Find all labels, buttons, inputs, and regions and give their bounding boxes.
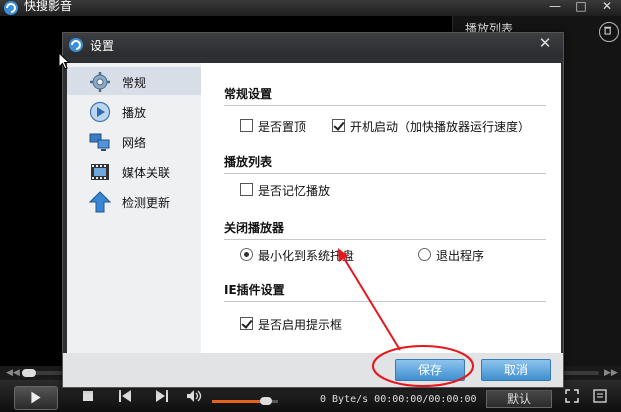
playlist-toggle-icon[interactable]	[592, 388, 608, 404]
dialog-titlebar[interactable]: 设置 ✕	[63, 33, 563, 57]
remember-playback-option[interactable]: 是否记忆播放	[240, 183, 360, 199]
dialog-logo-icon	[69, 38, 83, 52]
seek-back-icon[interactable]: ◀◀	[6, 366, 20, 380]
app-titlebar: 快搜影音 — □ ✕	[0, 0, 621, 16]
time-readout: 0 Byte/s 00:00:00/00:00:00	[320, 394, 477, 405]
film-icon	[91, 164, 109, 180]
settings-dialog: 设置 ✕ 常规 播放 网络 媒体关联 检测更新 常规设置 是否置顶 开机启动（加…	[62, 32, 564, 388]
enable-tips-option[interactable]: 是否启用提示框	[240, 317, 360, 333]
section-title-playlist: 播放列表	[224, 155, 273, 169]
settings-content: 常规设置 是否置顶 开机启动（加快播放器运行速度） 播放列表 是否记忆播放 关闭…	[201, 63, 561, 353]
exit-program-option[interactable]: 退出程序	[418, 248, 508, 264]
section-divider	[224, 105, 546, 106]
settings-nav: 常规 播放 网络 媒体关联 检测更新	[67, 63, 201, 353]
play-circle-icon	[89, 101, 111, 123]
section-divider	[224, 301, 546, 302]
close-icon[interactable]: ✕	[597, 0, 617, 14]
next-icon[interactable]	[154, 388, 170, 404]
volume-icon[interactable]	[186, 388, 202, 404]
nav-item-general[interactable]: 常规	[67, 67, 201, 95]
section-title-ie-plugin: IE插件设置	[224, 283, 285, 297]
nav-item-playback[interactable]: 播放	[67, 97, 201, 125]
nav-item-check-update[interactable]: 检测更新	[67, 187, 201, 215]
dialog-footer: 保存 取消	[63, 353, 563, 387]
always-on-top-option[interactable]: 是否置顶	[240, 119, 330, 135]
cancel-button[interactable]: 取消	[481, 359, 551, 381]
dialog-close-icon[interactable]: ✕	[535, 34, 555, 52]
always-on-top-label: 是否置顶	[258, 120, 307, 134]
enable-tips-checkbox[interactable]	[240, 317, 253, 330]
minimize-to-tray-option[interactable]: 最小化到系统托盘	[240, 248, 380, 264]
startup-checkbox[interactable]	[332, 119, 345, 132]
nav-label: 播放	[122, 106, 147, 120]
volume-handle[interactable]	[260, 397, 273, 405]
nav-label: 媒体关联	[122, 166, 171, 180]
minimize-to-tray-label: 最小化到系统托盘	[258, 249, 355, 263]
nav-label: 网络	[122, 136, 147, 150]
trash-icon[interactable]	[599, 22, 619, 42]
nav-item-media-association[interactable]: 媒体关联	[67, 157, 201, 185]
nav-label: 常规	[122, 76, 147, 90]
upload-arrow-icon	[89, 191, 111, 213]
default-button[interactable]: 默认	[486, 390, 552, 408]
nav-item-network[interactable]: 网络	[67, 127, 201, 155]
nav-label: 检测更新	[122, 196, 171, 210]
section-divider	[224, 173, 546, 174]
gear-icon	[90, 72, 110, 92]
always-on-top-checkbox[interactable]	[240, 119, 253, 132]
startup-option[interactable]: 开机启动（加快播放器运行速度）	[332, 119, 542, 135]
mouse-cursor-icon	[58, 52, 70, 70]
section-title-general: 常规设置	[224, 87, 273, 101]
volume-fill	[212, 400, 267, 403]
network-icon	[89, 133, 110, 151]
section-divider	[224, 239, 546, 240]
dialog-title: 设置	[90, 39, 115, 53]
minimize-to-tray-radio[interactable]	[240, 248, 253, 261]
app-logo-icon	[4, 1, 18, 15]
window-controls: — □ ✕	[541, 0, 621, 16]
exit-program-radio[interactable]	[418, 248, 431, 261]
progress-handle[interactable]	[22, 369, 36, 377]
remember-playback-label: 是否记忆播放	[258, 184, 331, 198]
app-title: 快搜影音	[24, 0, 73, 13]
stop-icon[interactable]	[80, 388, 96, 404]
previous-icon[interactable]	[117, 388, 133, 404]
enable-tips-label: 是否启用提示框	[258, 318, 343, 332]
startup-label: 开机启动（加快播放器运行速度）	[350, 120, 531, 134]
section-title-close: 关闭播放器	[224, 221, 285, 235]
remember-playback-checkbox[interactable]	[240, 183, 253, 196]
minimize-icon[interactable]: —	[545, 0, 565, 14]
play-button[interactable]	[14, 386, 58, 410]
save-button[interactable]: 保存	[395, 359, 465, 381]
seek-forward-icon[interactable]: ▶▶	[604, 366, 618, 380]
maximize-icon[interactable]: □	[571, 0, 591, 14]
volume-slider[interactable]	[212, 397, 278, 405]
fullscreen-icon[interactable]	[564, 388, 580, 404]
exit-program-label: 退出程序	[436, 249, 485, 263]
